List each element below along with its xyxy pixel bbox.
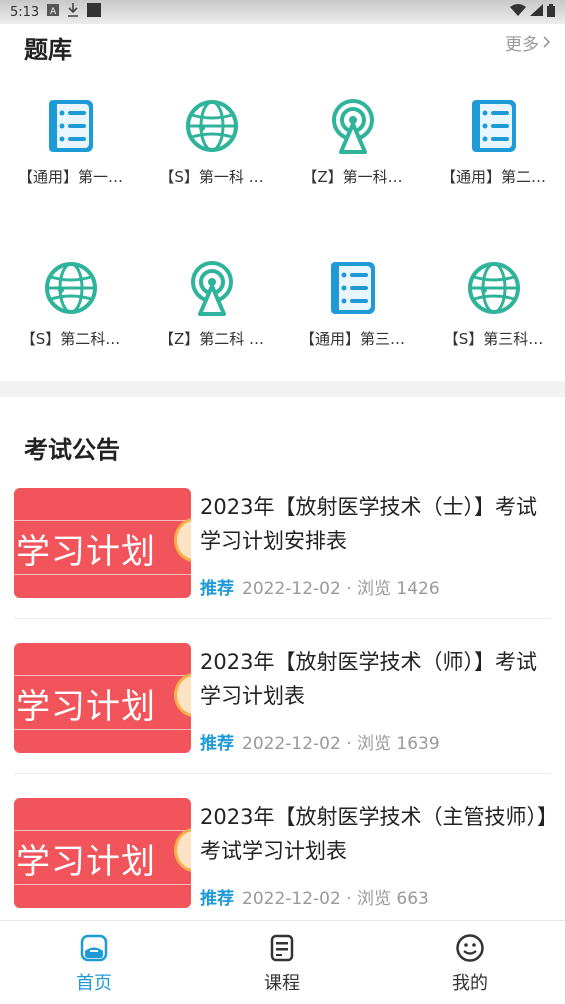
news-item[interactable]: 学习计划 2023年【放射医学技术（主管技师）】考试学习计划表 推荐 2022-1… [14, 798, 550, 938]
sd-card-icon [87, 3, 102, 21]
cartoon-face-icon [174, 518, 191, 562]
news-title: 2023年【放射医学技术（师）】考试学习计划表 [200, 650, 537, 708]
document-list-icon [471, 100, 516, 152]
more-label: 更多 [505, 35, 539, 55]
news-thumbnail: 学习计划 [14, 488, 191, 598]
question-bank-item[interactable]: 【S】第一科 … [141, 98, 282, 187]
question-bank-item[interactable]: 【Z】第二科 … [141, 260, 282, 349]
document-list-icon [330, 262, 375, 314]
recommend-tag: 推荐 [200, 579, 234, 599]
cartoon-face-icon [174, 828, 191, 872]
news-item[interactable]: 学习计划 2023年【放射医学技术（师）】考试学习计划表 推荐 2022-12-0… [14, 643, 550, 783]
bottom-tab-bar: 首页 课程 我的 [0, 920, 565, 1004]
smiley-icon [456, 934, 484, 962]
news-meta: 推荐 2022-12-02 · 浏览 663 [200, 884, 429, 909]
more-button[interactable]: 更多 [505, 30, 551, 55]
question-bank-item-label: 【通用】第二… [440, 168, 546, 186]
news-thumbnail: 学习计划 [14, 643, 191, 753]
question-bank-item[interactable]: 【Z】第一科… [282, 98, 423, 187]
thumb-line [14, 520, 191, 521]
question-bank-item-label: 【Z】第二科 … [158, 330, 265, 348]
thumb-line [14, 574, 191, 575]
document-list-icon [48, 100, 93, 152]
news-meta: 推荐 2022-12-02 · 浏览 1639 [200, 729, 440, 754]
question-bank-item[interactable]: 【S】第三科… [423, 260, 564, 349]
section-divider [0, 381, 565, 397]
question-bank-item-label: 【S】第一科 … [159, 168, 264, 186]
wifi-icon [510, 4, 526, 20]
question-bank-item[interactable]: 【通用】第二… [423, 98, 564, 187]
thumb-line [14, 884, 191, 885]
recommend-tag: 推荐 [200, 889, 234, 909]
radar-tower-icon [331, 99, 374, 154]
globe-icon [44, 262, 97, 314]
notification-a-icon: A [47, 4, 60, 20]
status-time: 5:13 [10, 4, 40, 20]
question-bank-item[interactable]: 【通用】第一… [0, 98, 141, 187]
question-bank-item[interactable]: 【通用】第三… [282, 260, 423, 349]
notices-title: 考试公告 [24, 436, 120, 464]
home-icon [80, 934, 108, 962]
news-thumbnail: 学习计划 [14, 798, 191, 908]
thumb-line [14, 729, 191, 730]
signal-icon [530, 4, 543, 20]
tab-home[interactable]: 首页 [34, 933, 154, 995]
tab-profile[interactable]: 我的 [410, 933, 530, 995]
recommend-tag: 推荐 [200, 734, 234, 754]
thumb-line [14, 675, 191, 676]
news-item[interactable]: 学习计划 2023年【放射医学技术（士）】考试学习计划安排表 推荐 2022-12… [14, 488, 550, 628]
question-bank-item[interactable]: 【S】第二科… [0, 260, 141, 349]
status-bar: 5:13 A [0, 0, 565, 24]
news-title: 2023年【放射医学技术（主管技师）】考试学习计划表 [200, 805, 548, 863]
svg-text:A: A [50, 7, 57, 16]
news-date-views: 2022-12-02 · 浏览 663 [242, 889, 429, 909]
thumb-text: 学习计划 [16, 687, 156, 727]
list-separator [14, 618, 550, 619]
tab-label: 我的 [452, 973, 488, 994]
thumb-line [14, 830, 191, 831]
thumb-text: 学习计划 [16, 842, 156, 882]
course-icon [270, 934, 294, 962]
news-title: 2023年【放射医学技术（士）】考试学习计划安排表 [200, 495, 537, 553]
question-bank-item-label: 【S】第二科… [20, 330, 121, 348]
list-separator [14, 773, 550, 774]
tab-course[interactable]: 课程 [222, 933, 342, 995]
news-date-views: 2022-12-02 · 浏览 1426 [242, 579, 440, 599]
globe-icon [467, 262, 520, 314]
question-bank-item-label: 【通用】第一… [17, 168, 123, 186]
globe-icon [185, 100, 238, 152]
thumb-text: 学习计划 [16, 532, 156, 572]
cartoon-face-icon [174, 673, 191, 717]
news-date-views: 2022-12-02 · 浏览 1639 [242, 734, 440, 754]
question-bank-item-label: 【S】第三科… [443, 330, 544, 348]
download-icon [67, 3, 79, 21]
battery-icon [547, 3, 555, 21]
news-meta: 推荐 2022-12-02 · 浏览 1426 [200, 574, 440, 599]
tab-label: 首页 [76, 973, 112, 994]
question-bank-title: 题库 [24, 36, 72, 64]
radar-tower-icon [190, 261, 233, 316]
question-bank-item-label: 【Z】第一科… [302, 168, 403, 186]
question-bank-header: 题库 更多 [0, 24, 565, 68]
tab-label: 课程 [264, 973, 300, 994]
chevron-right-icon [543, 33, 551, 53]
question-bank-item-label: 【通用】第三… [299, 330, 405, 348]
